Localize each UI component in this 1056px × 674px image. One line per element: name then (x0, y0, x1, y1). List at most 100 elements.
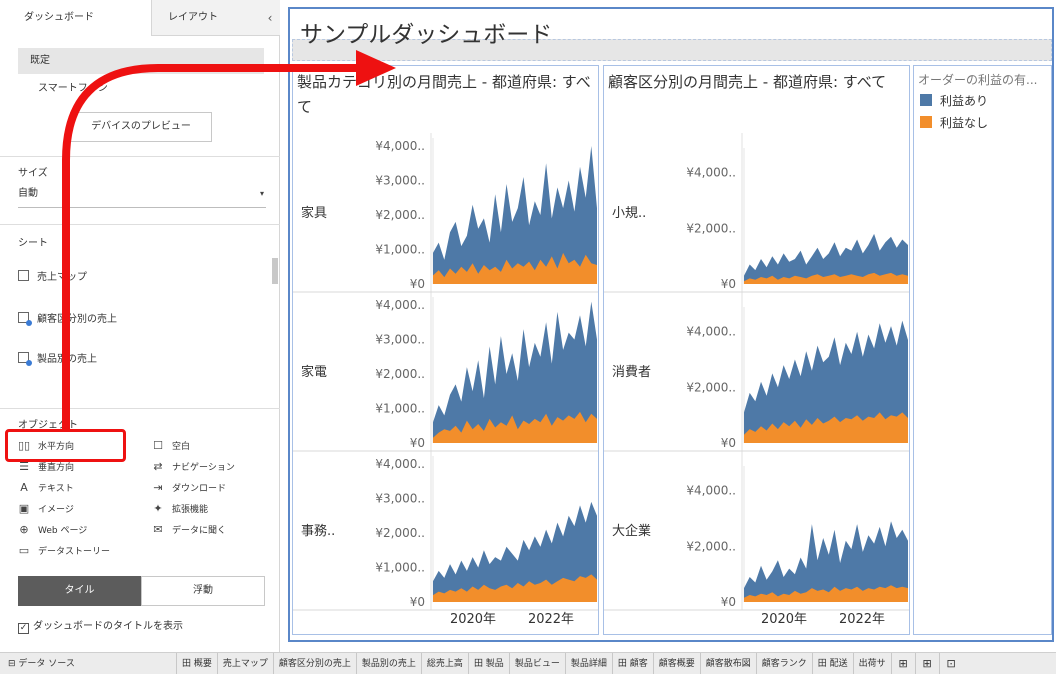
device-default[interactable]: 既定 (18, 48, 264, 74)
sheet-tab[interactable]: 出荷サ (852, 653, 891, 674)
object-navigation[interactable]: ⇄ ナビゲーション (150, 457, 234, 477)
legend-swatch (920, 94, 932, 106)
object-data-story[interactable]: ▭ データストーリー (16, 541, 110, 561)
sheet-tab[interactable]: 顧客ランク (755, 653, 812, 674)
object-web-page[interactable]: ⊕ Web ページ (16, 520, 87, 540)
legend-item-loss[interactable]: 利益なし (920, 114, 988, 131)
object-ask-data[interactable]: ✉ データに聞く (150, 520, 226, 540)
sheet-icon (18, 312, 32, 326)
datasource-tab[interactable]: ⊟ データ ソース (8, 653, 75, 674)
y-tick-label: ¥4,000.. (686, 484, 736, 498)
sheets-scrollbar[interactable] (272, 258, 278, 284)
segment-sales-sheet[interactable]: 顧客区分別の月間売上 - 都道府県: すべて 小規.. ¥4,000.. ¥2,00… (603, 65, 910, 635)
sheet-tab[interactable]: 顧客散布図 (699, 653, 756, 674)
blank-icon: ☐ (153, 439, 163, 452)
y-tick-label: ¥3,000.. (375, 174, 425, 188)
device-phone[interactable]: スマートフォン (18, 76, 264, 102)
size-section-title: サイズ (18, 168, 48, 179)
object-extension[interactable]: ✦ 拡張機能 (150, 499, 208, 519)
collapse-panel-button[interactable]: ‹ (260, 0, 280, 36)
y-tick-label: ¥3,000.. (375, 333, 425, 347)
y-tick-label: ¥0 (721, 277, 736, 291)
object-text[interactable]: A テキスト (16, 478, 74, 498)
object-blank[interactable]: ☐ 空白 (150, 436, 190, 456)
navigation-icon: ⇄ (153, 460, 163, 473)
row-label: 家電 (301, 364, 327, 380)
highlight-box (5, 429, 126, 462)
row-label: 大企業 (612, 523, 651, 539)
ask-data-icon: ✉ (153, 523, 163, 536)
sheet-tab[interactable]: 田 概要 (176, 653, 217, 674)
profit-legend[interactable]: オーダーの利益の有... 利益あり 利益なし (913, 65, 1052, 635)
extension-icon: ✦ (153, 502, 163, 515)
y-tick-label: ¥4,000.. (375, 139, 425, 153)
category-sales-sheet[interactable]: 製品カテゴリ別の月間売上 - 都道府県: すべて 家具 ¥4,000.. ¥3,00… (292, 65, 599, 635)
sheet-label: 売上マップ (37, 272, 87, 283)
float-button[interactable]: 浮動 (141, 576, 265, 606)
sheet-tab[interactable]: 製品別の売上 (355, 653, 421, 674)
sheet-tab[interactable]: 田 顧客 (611, 653, 653, 674)
x-tick-label: 2020年 (450, 612, 496, 627)
check-icon: ✓ (18, 623, 29, 634)
dashboard-title: サンプルダッシュボード (300, 22, 553, 48)
legend-title: オーダーの利益の有... (918, 73, 1038, 87)
sheet-tabs: 田 概要 売上マップ 顧客区分別の売上 製品別の売上 総売上高 田 製品 製品ビ… (176, 653, 963, 674)
tile-button[interactable]: タイル (18, 576, 141, 606)
sheet-tab[interactable]: 顧客概要 (652, 653, 700, 674)
y-tick-label: ¥0 (410, 595, 425, 609)
segment-area-chart[interactable]: 小規.. ¥4,000.. ¥2,000.. ¥0 消費者 ¥4,000.. ¥2,000.… (604, 66, 911, 636)
y-tick-label: ¥1,000.. (375, 402, 425, 416)
sheet-tab[interactable]: 製品詳細 (564, 653, 612, 674)
sheet-tab[interactable]: 顧客区分別の売上 (272, 653, 356, 674)
divider (0, 224, 280, 225)
y-tick-label: ¥2,000.. (375, 208, 425, 222)
sheet-item[interactable]: 売上マップ (18, 268, 87, 288)
legend-item-profit[interactable]: 利益あり (920, 92, 988, 109)
dashboard-side-panel: ダッシュボード レイアウト ‹ 既定 スマートフォン デバイスのプレビュー サイ… (0, 0, 280, 652)
new-sheet-icon[interactable]: ⊞ (890, 653, 915, 674)
category-area-chart[interactable]: 家具 ¥4,000.. ¥3,000.. ¥2,000.. ¥1,000.. ¥0 家電 ¥4… (293, 66, 600, 636)
legend-swatch (920, 116, 932, 128)
divider (0, 408, 280, 409)
show-title-checkbox[interactable]: ✓ ダッシュボードのタイトルを表示 (18, 620, 183, 634)
sheet-tab[interactable]: 製品ビュー (508, 653, 565, 674)
y-tick-label: ¥1,000.. (375, 561, 425, 575)
y-tick-label: ¥4,000.. (686, 325, 736, 339)
sheet-icon (18, 270, 29, 281)
sheet-tab[interactable]: 田 製品 (467, 653, 509, 674)
y-tick-label: ¥1,000.. (375, 243, 425, 257)
sheet-tab[interactable]: 田 配送 (811, 653, 853, 674)
row-label: 小規.. (612, 206, 646, 221)
sheet-tab[interactable]: 売上マップ (216, 653, 273, 674)
sheet-icon (18, 352, 32, 366)
device-preview-button[interactable]: デバイスのプレビュー (70, 112, 212, 142)
y-tick-label: ¥4,000.. (686, 166, 736, 180)
y-tick-label: ¥0 (721, 436, 736, 450)
y-tick-label: ¥0 (721, 595, 736, 609)
sheet-item[interactable]: 顧客区分別の売上 (18, 310, 117, 330)
x-tick-label: 2022年 (839, 612, 885, 627)
new-dashboard-icon[interactable]: ⊞ (914, 653, 939, 674)
object-image[interactable]: ▣ イメージ (16, 499, 74, 519)
y-tick-label: ¥4,000.. (375, 457, 425, 471)
text-icon: A (20, 481, 28, 494)
y-tick-label: ¥0 (410, 436, 425, 450)
size-dropdown[interactable]: 自動 ▾ (18, 186, 266, 208)
x-tick-label: 2022年 (528, 612, 574, 627)
dashboard-canvas[interactable]: サンプルダッシュボード 製品カテゴリ別の月間売上 - 都道府県: すべて 家具 ¥… (288, 7, 1054, 642)
y-tick-label: ¥2,000.. (375, 367, 425, 381)
globe-icon: ⊕ (19, 523, 29, 536)
sheet-label: 顧客区分別の売上 (37, 314, 117, 325)
row-label: 家具 (301, 205, 327, 221)
sheet-tab[interactable]: 総売上高 (420, 653, 468, 674)
y-tick-label: ¥4,000.. (375, 298, 425, 312)
y-tick-label: ¥2,000.. (375, 526, 425, 540)
new-story-icon[interactable]: ⊡ (938, 653, 963, 674)
tab-layout[interactable]: レイアウト (152, 0, 260, 36)
y-tick-label: ¥3,000.. (375, 492, 425, 506)
object-download[interactable]: ⇥ ダウンロード (150, 478, 226, 498)
book-icon: ▭ (18, 544, 30, 557)
tab-dashboard[interactable]: ダッシュボード (0, 0, 152, 36)
size-value: 自動 (18, 188, 38, 199)
sheet-item[interactable]: 製品別の売上 (18, 350, 97, 370)
